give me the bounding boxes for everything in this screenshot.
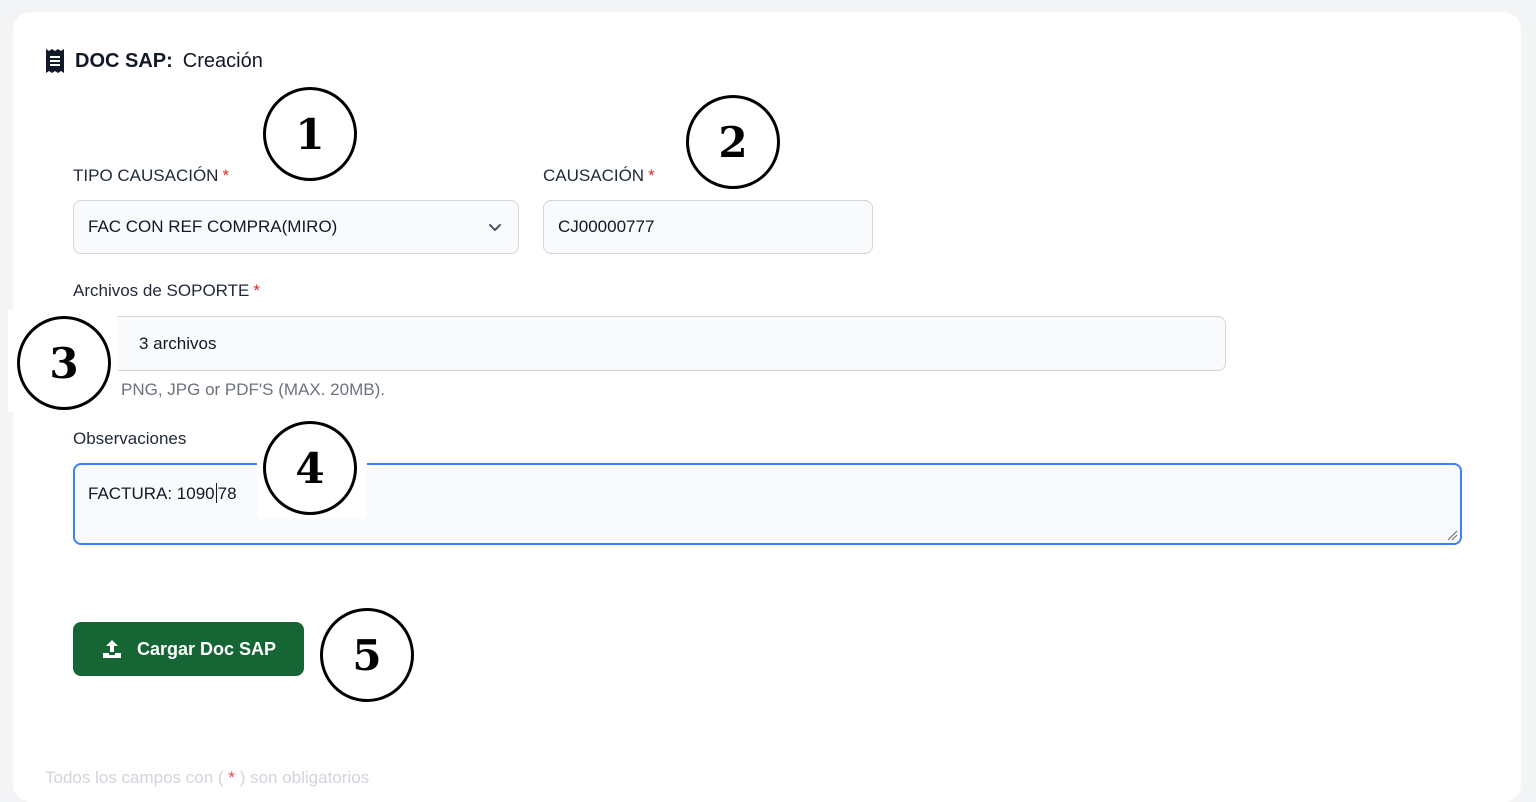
page-title-rest: Creación bbox=[182, 49, 263, 72]
footnote-star: * bbox=[228, 768, 235, 787]
required-footnote: Todos los campos con ( * ) son obligator… bbox=[45, 768, 369, 788]
annotation-marker-5: 5 bbox=[320, 608, 414, 702]
causacion-value: CJ00000777 bbox=[558, 217, 655, 236]
text-caret bbox=[215, 483, 217, 503]
observaciones-text-before: FACTURA: 1090 bbox=[88, 484, 215, 503]
cargar-doc-sap-label: Cargar Doc SAP bbox=[136, 638, 277, 659]
required-mark: * bbox=[253, 281, 260, 300]
archivos-label-text: Archivos de SOPORTE bbox=[73, 281, 250, 300]
required-mark: * bbox=[648, 166, 655, 185]
receipt-icon bbox=[46, 49, 64, 73]
archivos-value: 3 archivos bbox=[139, 333, 217, 353]
archivos-file-input[interactable]: 3 archivos bbox=[73, 316, 1226, 371]
archivos-label: Archivos de SOPORTE * bbox=[73, 281, 260, 301]
causacion-input[interactable]: CJ00000777 bbox=[543, 200, 873, 254]
annotation-marker-3: 3 bbox=[17, 316, 111, 410]
footnote-before: Todos los campos con ( bbox=[45, 768, 224, 787]
observaciones-label: Observaciones bbox=[73, 429, 186, 449]
chevron-down-icon bbox=[489, 224, 501, 231]
annotation-marker-2: 2 bbox=[686, 95, 780, 189]
upload-icon bbox=[102, 640, 121, 658]
annotation-marker-4: 4 bbox=[263, 421, 357, 515]
page-title: DOC SAP: Creación bbox=[45, 48, 263, 74]
observaciones-label-text: Observaciones bbox=[73, 429, 187, 448]
tipo-causacion-value: FAC CON REF COMPRA(MIRO) bbox=[88, 217, 338, 236]
tipo-causacion-label: TIPO CAUSACIÓN * bbox=[73, 166, 229, 186]
footnote-after: ) son obligatorios bbox=[239, 768, 370, 787]
tipo-causacion-label-text: TIPO CAUSACIÓN bbox=[73, 166, 219, 185]
causacion-label: CAUSACIÓN * bbox=[543, 166, 655, 186]
tipo-causacion-select[interactable]: FAC CON REF COMPRA(MIRO) bbox=[73, 200, 519, 254]
annotation-marker-1: 1 bbox=[263, 87, 357, 181]
causacion-label-text: CAUSACIÓN bbox=[543, 166, 645, 185]
page-title-strong: DOC SAP: bbox=[75, 49, 173, 72]
resize-grip-icon[interactable] bbox=[1446, 529, 1458, 541]
cargar-doc-sap-button[interactable]: Cargar Doc SAP bbox=[73, 622, 304, 676]
observaciones-text-after: 78 bbox=[217, 484, 237, 503]
required-mark: * bbox=[222, 166, 230, 185]
archivos-hint: PNG, JPG or PDF'S (MAX. 20MB). bbox=[121, 380, 385, 399]
